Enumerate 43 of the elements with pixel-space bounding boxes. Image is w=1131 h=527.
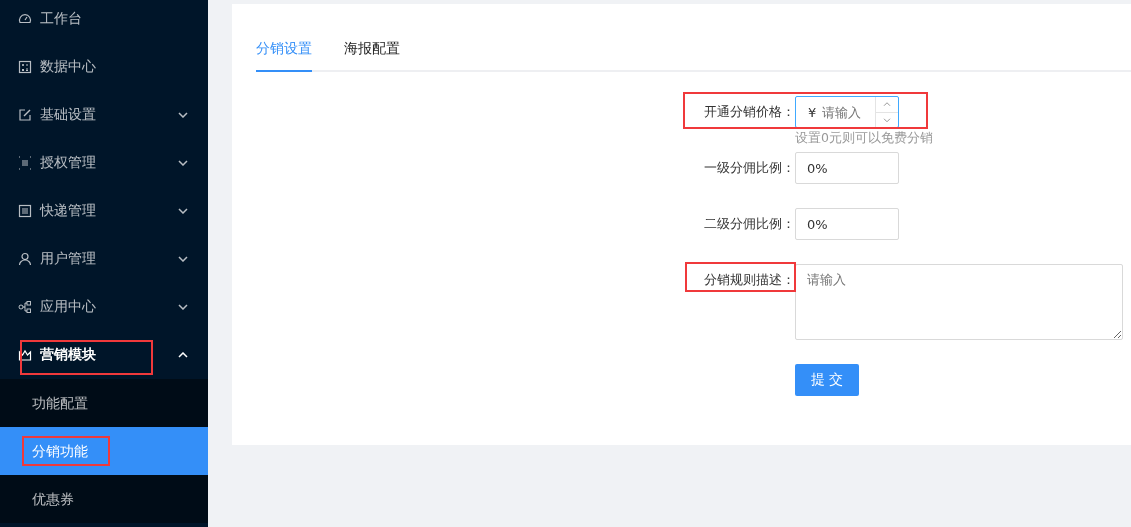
menu-label: 用户管理: [40, 250, 97, 268]
menu-label: 基础设置: [40, 106, 97, 124]
chevron-icon: [178, 352, 188, 358]
scan-icon: [18, 156, 32, 170]
nodes-icon: [18, 300, 32, 314]
menu-item[interactable]: 应用中心: [0, 283, 208, 331]
edit-icon: [18, 108, 32, 122]
currency-prefix: ¥: [807, 104, 818, 120]
chevron-icon: [178, 112, 188, 118]
description-textarea[interactable]: 请输入: [795, 264, 1123, 340]
submenu-item[interactable]: 优惠券: [0, 475, 208, 523]
percent-input[interactable]: 0%: [795, 208, 899, 240]
crown-icon: [18, 348, 32, 362]
percent-input[interactable]: 0%: [795, 152, 899, 184]
menu-item[interactable]: 营销模块: [0, 331, 208, 379]
menu-label: 数据中心: [40, 58, 97, 76]
user-icon: [18, 252, 32, 266]
hint-text: 设置0元则可以免费分销: [795, 129, 934, 147]
submenu-item[interactable]: 功能配置: [0, 379, 208, 427]
calculator-icon: [18, 60, 32, 74]
price-input[interactable]: ¥ 请输入: [795, 96, 899, 128]
menu-item[interactable]: 快递管理: [0, 187, 208, 235]
menu-label: 应用中心: [40, 298, 97, 316]
menu-item[interactable]: 数据中心: [0, 43, 208, 91]
menu-label: 营销模块: [40, 346, 97, 364]
menu-label: 快递管理: [40, 202, 97, 220]
menu-item[interactable]: 工作台: [0, 0, 208, 43]
field-label: 二级分佣比例：: [703, 215, 795, 233]
menu-label: 授权管理: [40, 154, 97, 172]
chevron-icon: [178, 208, 188, 214]
chevron-icon: [178, 256, 188, 262]
field-label: 开通分销价格：: [703, 103, 795, 121]
chevron-icon: [178, 160, 188, 166]
dashboard-icon: [18, 12, 32, 26]
menu-label: 工作台: [40, 10, 83, 28]
list-icon: [18, 204, 32, 218]
field-label: 一级分佣比例：: [703, 159, 795, 177]
tab[interactable]: 海报配置: [344, 40, 400, 72]
menu-item[interactable]: 授权管理: [0, 139, 208, 187]
field-label: 分销规则描述：: [703, 271, 795, 289]
menu-item[interactable]: 用户管理: [0, 235, 208, 283]
chevron-icon: [178, 304, 188, 310]
menu-item[interactable]: 基础设置: [0, 91, 208, 139]
